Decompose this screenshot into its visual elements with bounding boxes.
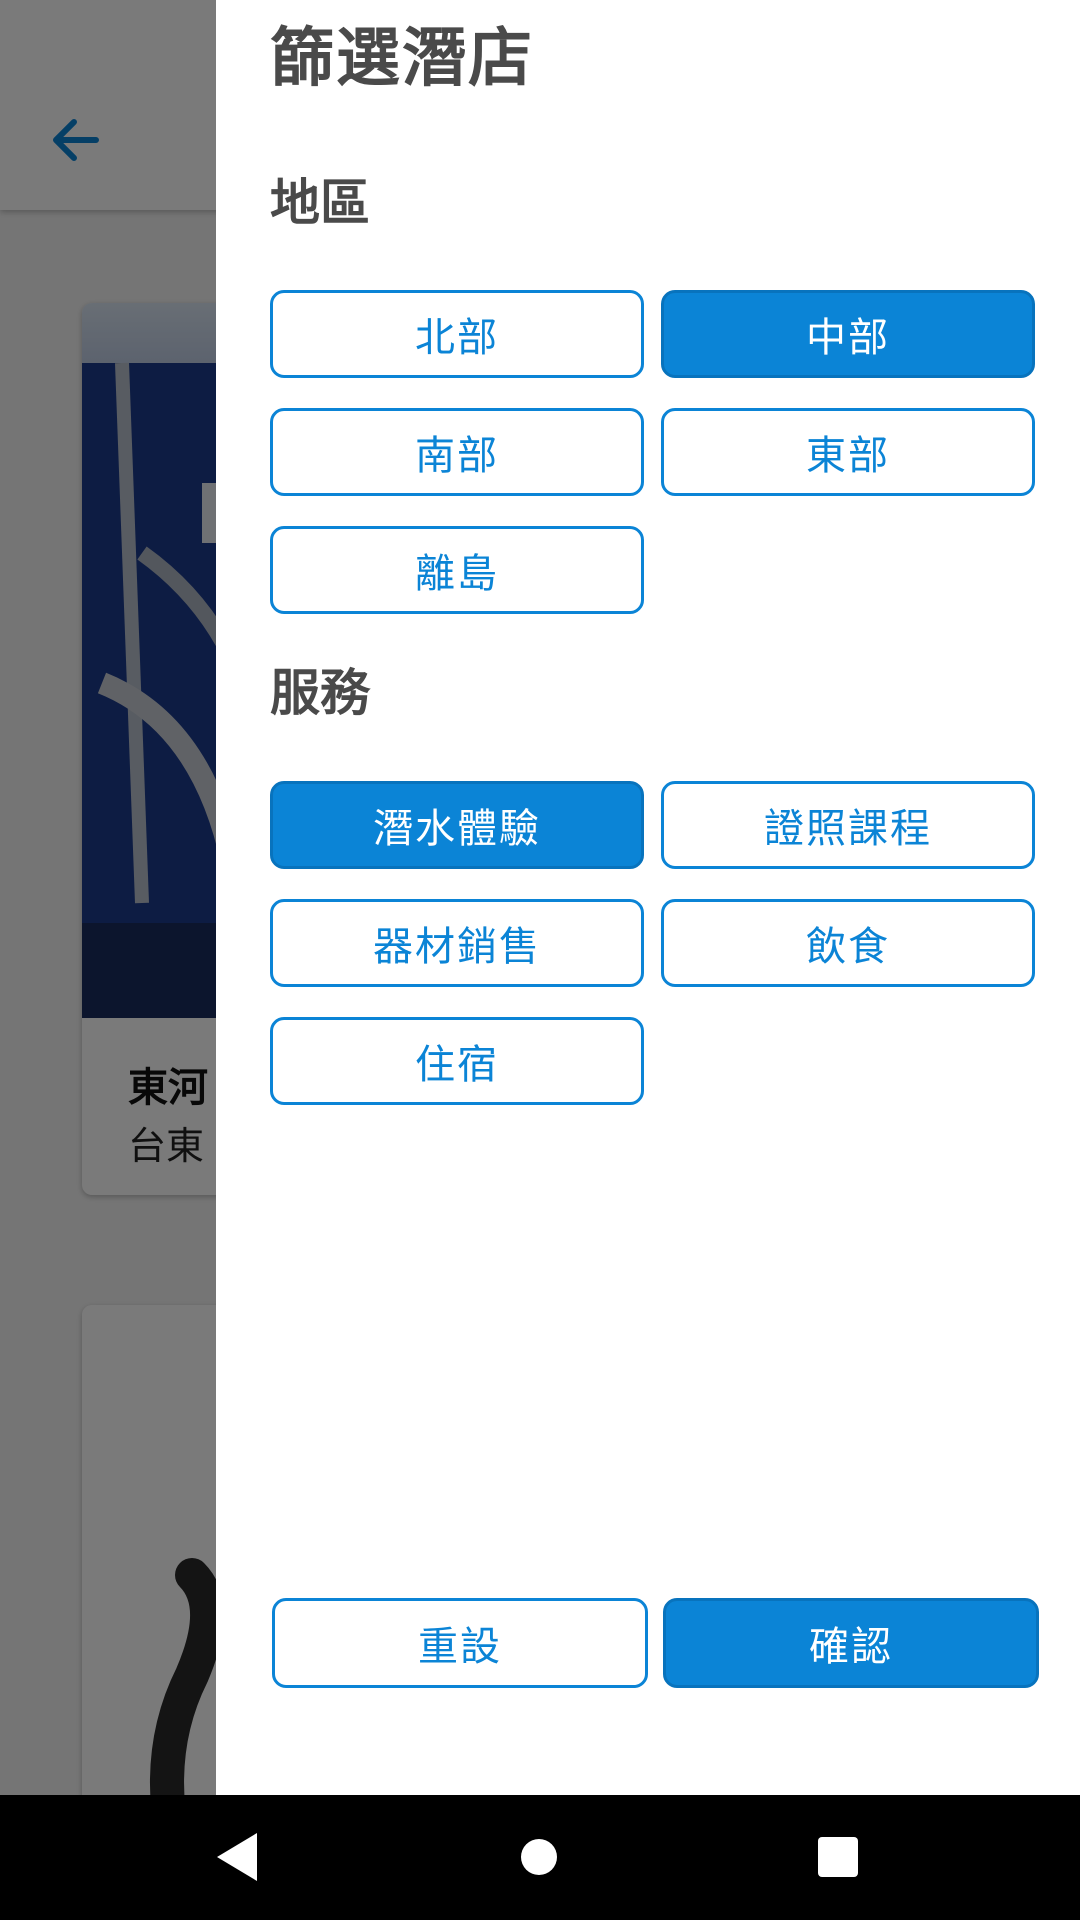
service-heading: 服務: [270, 664, 370, 722]
region-chip-south[interactable]: 南部: [270, 408, 644, 496]
drawer-title: 篩選潛店: [270, 22, 534, 96]
system-nav-bar: [0, 1795, 1080, 1920]
region-chip-central[interactable]: 中部: [661, 290, 1035, 378]
region-heading: 地區: [270, 174, 370, 232]
service-chip-certification[interactable]: 證照課程: [661, 781, 1035, 869]
service-chip-lodging[interactable]: 住宿: [270, 1017, 644, 1105]
circle-home-icon[interactable]: [507, 1825, 571, 1889]
service-chip-gear-sales[interactable]: 器材銷售: [270, 899, 644, 987]
square-recents-icon[interactable]: [806, 1825, 870, 1889]
filter-drawer: 篩選潛店 地區 北部 中部 南部 東部 離島 服務 潛水體驗 證照課程 器材銷售…: [216, 0, 1080, 1795]
confirm-button[interactable]: 確認: [663, 1598, 1039, 1688]
screen: 東河 台東 篩選潛店 地區 北部 中部 南部 東部 離島 服務 潛水體驗 證照課…: [0, 0, 1080, 1920]
region-chip-islands[interactable]: 離島: [270, 526, 644, 614]
triangle-back-icon[interactable]: [207, 1825, 271, 1889]
service-chip-food[interactable]: 飲食: [661, 899, 1035, 987]
service-chip-dive-experience[interactable]: 潛水體驗: [270, 781, 644, 869]
region-chip-east[interactable]: 東部: [661, 408, 1035, 496]
region-chip-north[interactable]: 北部: [270, 290, 644, 378]
reset-button[interactable]: 重設: [272, 1598, 648, 1688]
